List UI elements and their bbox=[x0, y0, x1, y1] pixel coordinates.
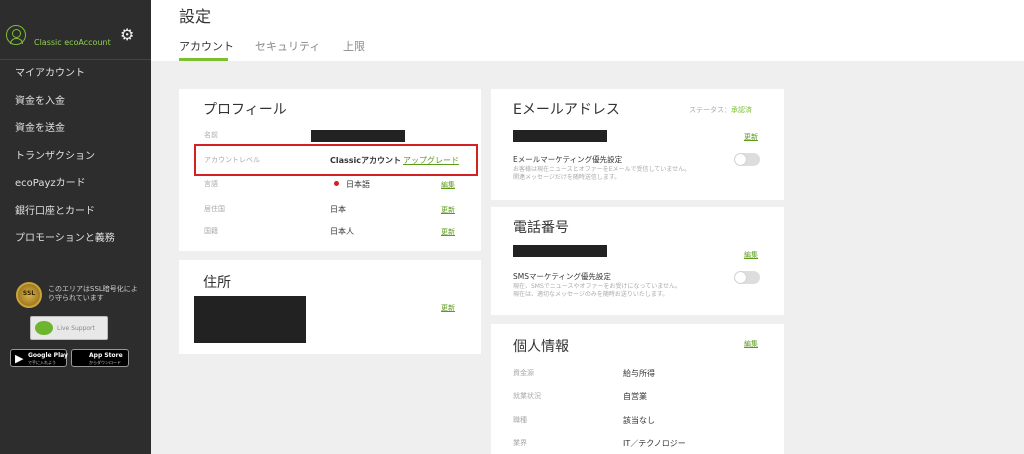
address-value-redacted bbox=[194, 296, 306, 343]
app-store-button[interactable]: App Store からダウンロード bbox=[71, 349, 129, 367]
chat-bubble-icon bbox=[35, 321, 53, 335]
employment-label: 就業状況 bbox=[513, 392, 541, 400]
google-play-sublabel: で手に入れよう bbox=[28, 360, 56, 365]
sidebar-item-deposit[interactable]: 資金を入金 bbox=[0, 90, 151, 118]
residence-value: 日本 bbox=[330, 205, 346, 214]
ssl-badge-text: SSL bbox=[22, 290, 36, 297]
email-status-value: 承認済 bbox=[731, 106, 752, 114]
phone-card: 電話番号 編集 SMSマーケティング優先設定 現在、SMSでニュースやオファーを… bbox=[491, 207, 784, 315]
phone-edit-link[interactable]: 編集 bbox=[744, 250, 758, 260]
upgrade-link[interactable]: アップグレード bbox=[403, 155, 459, 166]
language-label: 言語 bbox=[204, 180, 218, 188]
email-marketing-desc-2: 関連メッセージだけを随時送信します。 bbox=[513, 174, 621, 181]
tab-limits[interactable]: 上限 bbox=[343, 38, 365, 54]
address-title: 住所 bbox=[203, 275, 231, 291]
employment-value: 自営業 bbox=[623, 392, 647, 401]
sms-marketing-toggle[interactable] bbox=[734, 271, 760, 284]
ssl-text: このエリアはSSL暗号化により守られています bbox=[48, 285, 138, 302]
phone-title: 電話番号 bbox=[513, 220, 569, 236]
email-marketing-desc-1: お客様は現在ニュースとオファーをEメールで受信していません。 bbox=[513, 166, 691, 173]
tab-account[interactable]: アカウント bbox=[179, 38, 234, 54]
page-title: 設定 bbox=[179, 7, 212, 26]
name-value-redacted bbox=[311, 130, 405, 142]
personal-info-title: 個人情報 bbox=[513, 339, 569, 355]
tab-security[interactable]: セキュリティ bbox=[255, 38, 320, 54]
profile-title: プロフィール bbox=[203, 102, 287, 118]
phone-value-redacted bbox=[513, 245, 607, 257]
live-support-label: Live Support bbox=[57, 325, 95, 332]
occupation-value: 該当なし bbox=[623, 416, 655, 425]
account-level-label: アカウントレベル bbox=[204, 156, 260, 164]
settings-header: 設定 アカウント セキュリティ 上限 bbox=[151, 0, 1024, 61]
google-play-icon: ▶ bbox=[15, 352, 24, 365]
ssl-badge-icon: SSL bbox=[16, 282, 42, 308]
email-value-redacted bbox=[513, 130, 607, 142]
industry-label: 業界 bbox=[513, 439, 527, 447]
sidebar-item-transactions[interactable]: トランザクション bbox=[0, 145, 151, 173]
sidebar-item-bank-accounts[interactable]: 銀行口座とカード bbox=[0, 200, 151, 228]
account-header[interactable] bbox=[6, 25, 26, 45]
ssl-notice: SSL このエリアはSSL暗号化により守られています bbox=[16, 282, 146, 314]
sidebar-divider bbox=[0, 59, 151, 60]
residence-update-link[interactable]: 更新 bbox=[441, 205, 455, 215]
personal-info-card: 個人情報 編集 資金源 給与所得 就業状況 自営業 職種 該当なし 業界 IT／… bbox=[491, 324, 784, 454]
email-status-label: ステータス： bbox=[689, 106, 731, 114]
live-support-button[interactable]: Live Support bbox=[30, 316, 108, 340]
fund-source-label: 資金源 bbox=[513, 369, 534, 377]
google-play-label: Google Play bbox=[28, 352, 68, 359]
address-card: 住所 更新 bbox=[179, 260, 481, 354]
sidebar-nav: マイアカウント 資金を入金 資金を送金 トランザクション ecoPayzカード … bbox=[0, 62, 151, 255]
email-marketing-toggle[interactable] bbox=[734, 153, 760, 166]
account-level-value: Classicアカウント bbox=[330, 156, 402, 165]
sidebar-item-card[interactable]: ecoPayzカード bbox=[0, 172, 151, 200]
address-update-link[interactable]: 更新 bbox=[441, 303, 455, 313]
email-status: ステータス：承認済 bbox=[689, 105, 752, 115]
sidebar: Classic ecoAccount ⚙ マイアカウント 資金を入金 資金を送金… bbox=[0, 0, 151, 454]
active-tab-indicator bbox=[179, 58, 228, 61]
industry-value: IT／テクノロジー bbox=[623, 439, 686, 448]
user-icon bbox=[6, 25, 26, 45]
sms-marketing-desc-1: 現在、SMSでニュースやオファーをお受けになっていません。 bbox=[513, 283, 682, 290]
name-label: 名前 bbox=[204, 131, 218, 139]
email-update-link[interactable]: 更新 bbox=[744, 132, 758, 142]
fund-source-value: 給与所得 bbox=[623, 369, 655, 378]
google-play-button[interactable]: ▶ Google Play で手に入れよう bbox=[10, 349, 68, 367]
account-name[interactable]: Classic ecoAccount bbox=[34, 38, 111, 47]
email-marketing-title: Eメールマーケティング優先設定 bbox=[513, 155, 623, 164]
email-card: Eメールアドレス ステータス：承認済 更新 Eメールマーケティング優先設定 お客… bbox=[491, 89, 784, 200]
occupation-label: 職種 bbox=[513, 416, 527, 424]
residence-label: 居住国 bbox=[204, 205, 225, 213]
sms-marketing-title: SMSマーケティング優先設定 bbox=[513, 272, 611, 281]
nationality-value: 日本人 bbox=[330, 227, 354, 236]
email-title: Eメールアドレス bbox=[513, 102, 620, 118]
app-store-sublabel: からダウンロード bbox=[89, 360, 121, 365]
sms-marketing-desc-2: 現在は、適切なメッセージのみを随時お送りいたします。 bbox=[513, 291, 669, 298]
app-store-label: App Store bbox=[89, 352, 123, 359]
personal-info-edit-link[interactable]: 編集 bbox=[744, 339, 758, 349]
sidebar-item-send[interactable]: 資金を送金 bbox=[0, 117, 151, 145]
language-value: 日本語 bbox=[346, 180, 370, 189]
nationality-label: 国籍 bbox=[204, 227, 218, 235]
nationality-update-link[interactable]: 更新 bbox=[441, 227, 455, 237]
language-edit-link[interactable]: 編集 bbox=[441, 180, 455, 190]
sidebar-item-my-account[interactable]: マイアカウント bbox=[0, 62, 151, 90]
gear-icon[interactable]: ⚙ bbox=[120, 26, 134, 44]
sidebar-item-promotions[interactable]: プロモーションと義務 bbox=[0, 227, 151, 255]
profile-card: プロフィール 名前 アカウントレベル Classicアカウント アップグレード … bbox=[179, 89, 481, 251]
japan-flag-icon bbox=[334, 181, 339, 186]
